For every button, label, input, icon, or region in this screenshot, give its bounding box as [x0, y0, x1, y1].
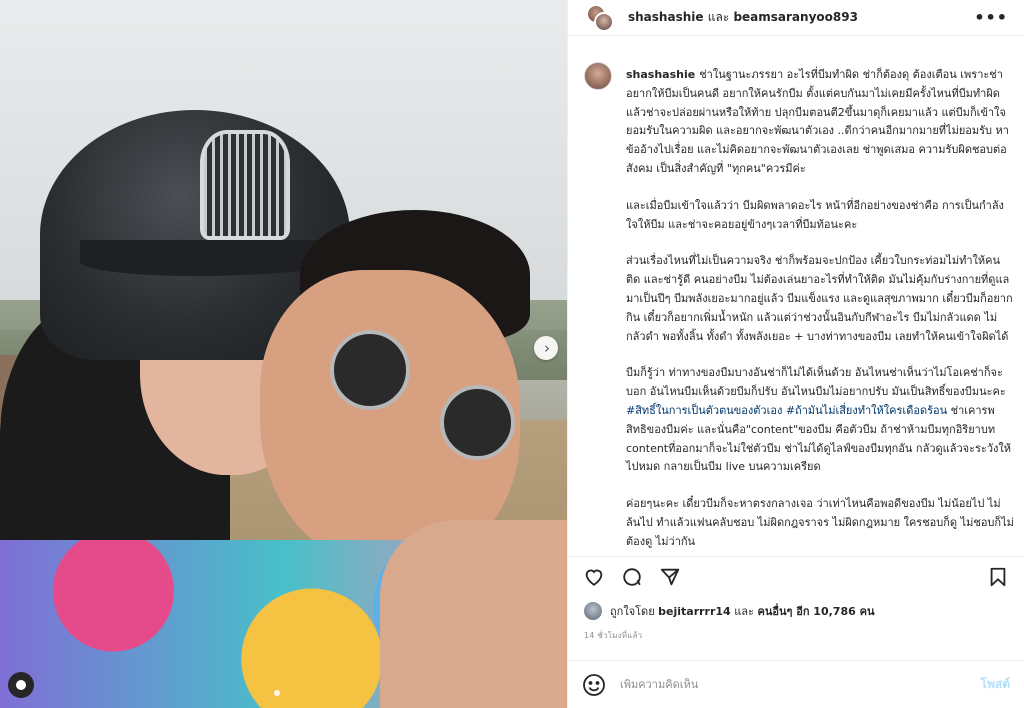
photo-helmet-vent: [200, 130, 290, 240]
photo-glasses-left: [330, 330, 410, 410]
collab-avatars[interactable]: [586, 3, 614, 32]
heart-icon: [585, 569, 603, 586]
caption-paragraph-5: ค่อยๆนะคะ เดี๋ยวบีมก็จะหาตรงกลางเจอ ว่าเ…: [626, 497, 1014, 548]
likes-mid: และ: [734, 605, 754, 618]
caption-paragraph-2: และเมื่อบีมเข้าใจแล้วว่า บีมผิดพลาดอะไร …: [626, 198, 1004, 231]
caption-paragraph-4: บีมก็รู้ว่า ท่าทางของบีมบางอันช่าก็ไม่ได…: [626, 364, 1014, 477]
avatar: [594, 11, 614, 32]
emoji-icon[interactable]: [582, 673, 606, 697]
post-header: shashashie และ beamsaranyoo893 •••: [568, 0, 1024, 36]
header-user1-link[interactable]: shashashie: [628, 10, 704, 24]
header-usernames: shashashie และ beamsaranyoo893: [628, 8, 974, 27]
comment-button[interactable]: [620, 565, 644, 589]
next-photo-button[interactable]: ›: [534, 336, 558, 360]
likes-others-link[interactable]: คนอื่นๆ อีก 10,786 คน: [757, 602, 874, 620]
caption-area[interactable]: shashashie ช่าในฐานะภรรยา อะไรที่บีมทำผิด…: [584, 52, 1014, 552]
caption-username[interactable]: shashashie: [626, 68, 695, 81]
caption-p4a: บีมก็รู้ว่า ท่าทางของบีมบางอันช่าก็ไม่ได…: [626, 366, 1006, 399]
post-side-panel: shashashie และ beamsaranyoo893 ••• shash…: [567, 0, 1024, 708]
like-button[interactable]: [582, 565, 606, 589]
bookmark-icon: [990, 567, 1006, 586]
likes-prefix: ถูกใจโดย: [610, 605, 655, 618]
avatar[interactable]: [584, 602, 602, 620]
avatar[interactable]: [584, 62, 612, 90]
chevron-right-icon: ›: [544, 338, 550, 357]
comment-bar: โพสต์: [568, 660, 1024, 708]
header-user2-link[interactable]: beamsaranyoo893: [733, 10, 858, 24]
hashtag-link[interactable]: #ถ้ามันไม่เสี่ยงทำให้ใครเดือดร้อน: [786, 404, 947, 417]
share-button[interactable]: [658, 565, 682, 589]
carousel-dot: [274, 690, 280, 696]
more-options-icon[interactable]: •••: [974, 8, 1008, 27]
save-button[interactable]: [986, 565, 1010, 589]
post-photo[interactable]: [0, 0, 567, 708]
caption-text: shashashie ช่าในฐานะภรรยา อะไรที่บีมทำผิด…: [626, 52, 1014, 552]
header-and: และ: [707, 10, 730, 24]
comment-icon: [623, 567, 641, 586]
caption-paragraph-1: shashashie ช่าในฐานะภรรยา อะไรที่บีมทำผิด…: [626, 66, 1014, 179]
photo-glasses-right: [440, 385, 515, 460]
hashtag-link[interactable]: #สิทธิ์ในการเป็นตัวตนของตัวเอง: [626, 404, 782, 417]
liker-username[interactable]: bejitarrrr14: [658, 605, 731, 618]
tagged-users-button[interactable]: [8, 672, 34, 698]
send-icon: [660, 568, 680, 585]
photo-woman-arm: [380, 520, 567, 708]
post-comment-button[interactable]: โพสต์: [981, 675, 1010, 694]
action-bar: [568, 556, 1024, 596]
comment-input[interactable]: [620, 678, 981, 691]
caption-paragraph-3: ส่วนเรื่องไหนที่ไม่เป็นความจริง ช่าก็พร้…: [626, 254, 1013, 343]
user-icon: [16, 680, 26, 690]
post-timestamp[interactable]: 14 ชั่วโมงที่แล้ว: [584, 629, 642, 642]
caption-p1-text: ช่าในฐานะภรรยา อะไรที่บีมทำผิด ช่าก็ต้อง…: [626, 68, 1009, 175]
likes-summary: ถูกใจโดย bejitarrrr14 และ คนอื่นๆ อีก 10…: [584, 600, 1014, 622]
